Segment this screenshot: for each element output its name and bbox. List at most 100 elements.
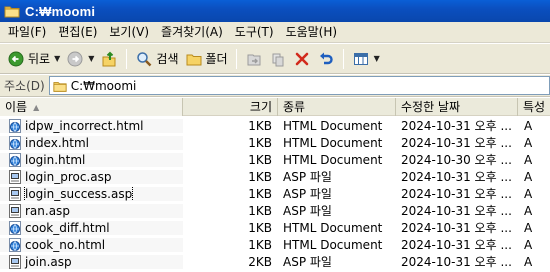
forward-dropdown-icon[interactable]: ▼ [88,54,94,63]
file-name-cell[interactable]: cook_no.html [0,237,183,252]
file-modified: 2024-10-31 오후 ... [401,119,512,133]
toolbar-separator [342,48,344,69]
column-header-modified-label: 수정한 날짜 [401,99,461,114]
file-row[interactable]: login.html 1KB HTML Document 2024-10-30 오후 … [0,151,550,168]
file-name[interactable]: login_success.asp [23,186,134,201]
column-header-name-label: 이름 [5,99,28,114]
file-name[interactable]: cook_diff.html [25,221,110,235]
back-arrow-icon [7,50,25,68]
views-button[interactable]: ▼ [349,47,383,71]
file-row[interactable]: ran.asp 1KB ASP 파일 2024-10-31 오후 ... A [0,202,550,219]
html-document-icon [8,118,22,133]
file-row[interactable]: cook_no.html 1KB HTML Document 2024-10-31 오… [0,236,550,253]
file-name[interactable]: join.asp [25,255,72,269]
file-modified: 2024-10-31 오후 ... [401,187,512,201]
file-name-cell[interactable]: join.asp [0,254,183,269]
move-to-icon [245,50,263,68]
file-name-cell[interactable]: login_success.asp [0,186,183,201]
column-header-type[interactable]: 종류 [278,98,396,116]
column-header-size-label: 크기 [249,99,272,114]
folders-label: 폴더 [205,52,228,66]
menu-help[interactable]: 도움말(H) [280,22,344,43]
asp-file-icon [8,203,22,218]
file-row[interactable]: cook_diff.html 1KB HTML Document 2024-10-31… [0,219,550,236]
search-label: 검색 [156,52,179,66]
address-label: 주소(D) [4,79,45,93]
file-size: 1KB [248,169,272,184]
forward-button[interactable]: ▼ [63,47,97,71]
search-button[interactable]: 검색 [132,47,181,71]
file-modified: 2024-10-31 오후 ... [401,221,512,235]
up-folder-button[interactable] [97,47,121,71]
html-document-icon [8,237,22,252]
file-row[interactable]: login_proc.asp 1KB ASP 파일 2024-10-31 오후 ...… [0,168,550,185]
sort-ascending-icon: ▲ [33,102,40,112]
delete-button[interactable] [290,47,314,71]
asp-file-icon [8,186,22,201]
column-header-attributes[interactable]: 특성 [518,98,550,116]
file-name[interactable]: idpw_incorrect.html [25,119,144,133]
file-attributes: A [524,203,533,218]
search-icon [135,50,153,68]
file-name[interactable]: index.html [25,136,89,150]
toolbar-separator [126,48,128,69]
file-modified: 2024-10-31 오후 ... [401,255,512,269]
views-dropdown-icon[interactable]: ▼ [374,54,380,63]
address-input[interactable]: C:₩moomi [48,76,550,95]
column-header-name[interactable]: 이름 ▲ [0,98,183,116]
move-to-button[interactable] [242,47,266,71]
back-button[interactable]: 뒤로 ▼ [4,47,63,71]
window-title: C:₩moomi [25,3,96,19]
views-grid-icon [352,50,370,68]
toolbar-separator [235,48,237,69]
file-size: 1KB [248,135,272,150]
file-modified: 2024-10-31 오후 ... [401,204,512,218]
file-type: HTML Document [283,152,383,167]
menu-tools[interactable]: 도구(T) [229,22,280,43]
menu-edit[interactable]: 편집(E) [52,22,103,43]
folders-icon [185,50,203,68]
column-header-size[interactable]: 크기 [183,98,278,116]
copy-to-icon [269,50,287,68]
html-document-icon [8,135,22,150]
file-attributes: A [524,186,533,201]
file-type: ASP 파일 [283,170,332,184]
toolbar: 뒤로 ▼ ▼ 검색 폴더 ▼ [0,44,550,74]
file-name[interactable]: login_proc.asp [25,170,112,184]
back-label: 뒤로 [28,52,51,66]
menu-view[interactable]: 보기(V) [103,22,155,43]
asp-file-icon [8,254,22,269]
file-row[interactable]: login_success.asp 1KB ASP 파일 2024-10-31 오후 … [0,185,550,202]
menu-file[interactable]: 파일(F) [2,22,52,43]
file-size: 1KB [248,237,272,252]
file-name-cell[interactable]: cook_diff.html [0,220,183,235]
file-name-cell[interactable]: login_proc.asp [0,169,183,184]
file-name[interactable]: cook_no.html [25,238,105,252]
file-name[interactable]: ran.asp [25,204,70,218]
file-size: 1KB [248,118,272,133]
forward-arrow-icon [66,50,84,68]
file-modified: 2024-10-30 오후 ... [401,153,512,167]
html-document-icon [8,152,22,167]
file-attributes: A [524,254,533,269]
menu-favorites[interactable]: 즐겨찾기(A) [155,22,229,43]
copy-to-button[interactable] [266,47,290,71]
folders-button[interactable]: 폴더 [182,47,231,71]
file-name[interactable]: login.html [25,153,85,167]
file-name-cell[interactable]: login.html [0,152,183,167]
file-row[interactable]: idpw_incorrect.html 1KB HTML Document 2024-… [0,117,550,134]
file-name-cell[interactable]: idpw_incorrect.html [0,118,183,133]
undo-button[interactable] [314,47,338,71]
file-row[interactable]: index.html 1KB HTML Document 2024-10-31 오후 … [0,134,550,151]
file-name-cell[interactable]: index.html [0,135,183,150]
column-header-modified[interactable]: 수정한 날짜 [396,98,518,116]
file-name-cell[interactable]: ran.asp [0,203,183,218]
file-type: HTML Document [283,118,383,133]
file-list: idpw_incorrect.html 1KB HTML Document 2024-… [0,117,550,272]
file-row[interactable]: join.asp 2KB ASP 파일 2024-10-31 오후 ... A [0,253,550,270]
folder-icon [4,3,20,19]
column-header-attributes-label: 특성 [523,99,546,114]
back-dropdown-icon[interactable]: ▼ [54,54,60,63]
file-size: 1KB [248,186,272,201]
title-bar[interactable]: C:₩moomi [0,0,550,22]
